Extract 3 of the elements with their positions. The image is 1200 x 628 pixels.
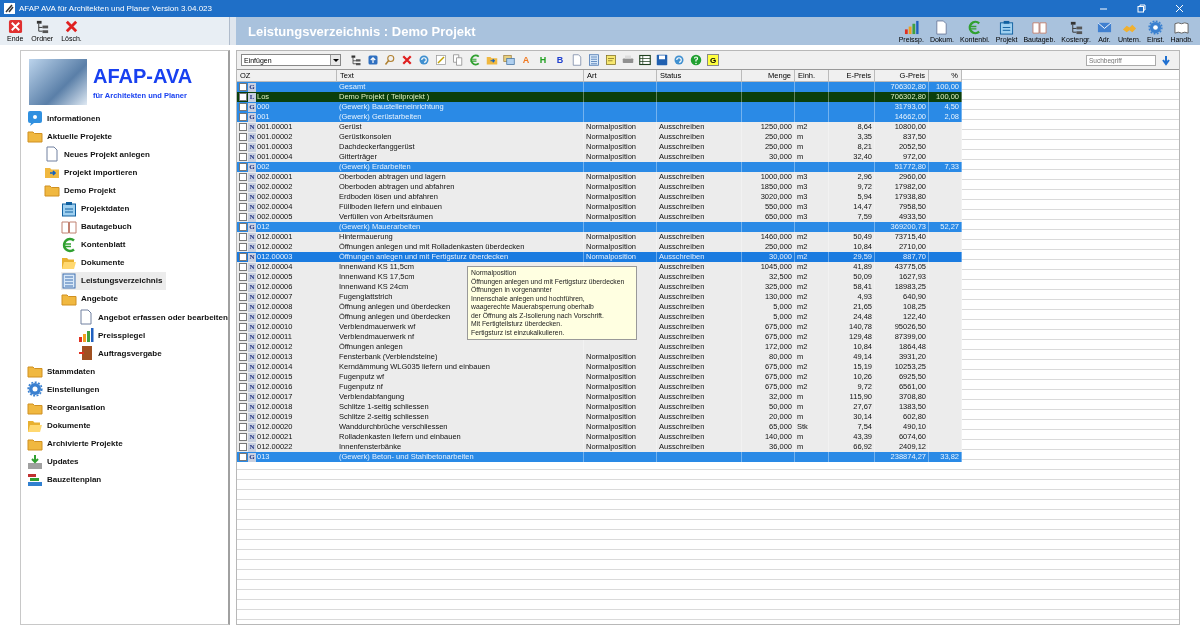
logo-name: AFAP-AVA <box>93 64 193 88</box>
page-title: Leistungsverzeichnis : Demo Projekt <box>248 23 477 39</box>
window-title: AFAP AVA für Architekten und Planer Version 3.04.023 <box>19 4 213 13</box>
